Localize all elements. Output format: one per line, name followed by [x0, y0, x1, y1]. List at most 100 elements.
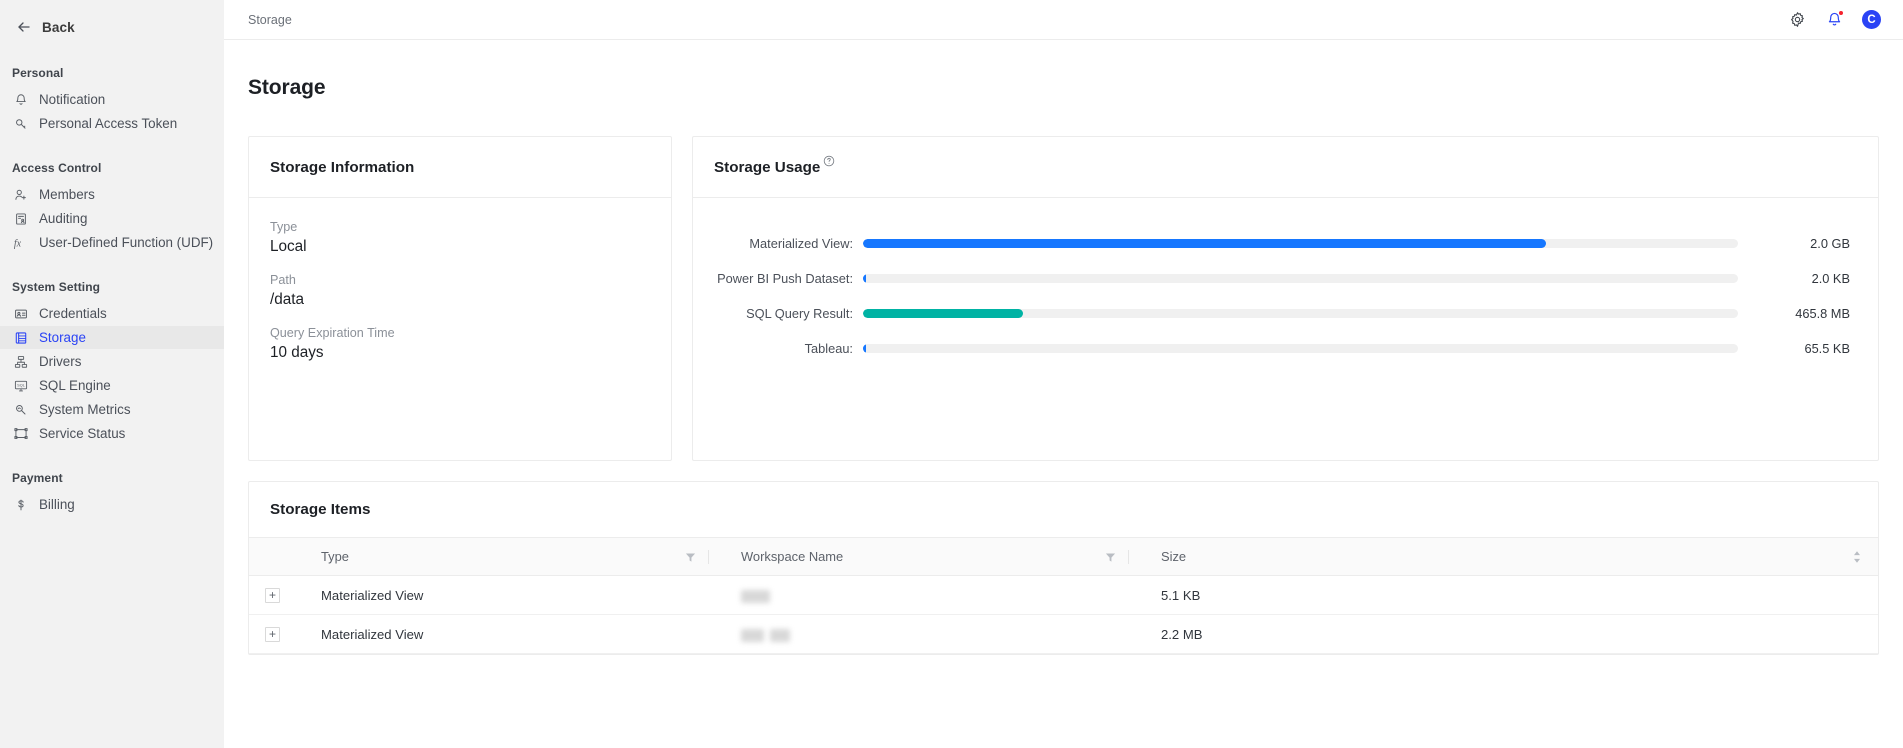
usage-bar-track: [863, 273, 1738, 283]
table-header-row: Type Workspace Name Size: [249, 537, 1878, 577]
cell-type: Materialized View: [305, 575, 725, 616]
sql-engine-icon: SQL: [13, 378, 28, 393]
sidebar-item-system-metrics[interactable]: System Metrics: [0, 398, 224, 421]
back-button[interactable]: Back: [0, 14, 224, 40]
redacted-value: [770, 628, 790, 642]
page-title: Storage: [248, 76, 326, 100]
row-expand-cell: +: [249, 575, 305, 616]
sidebar-item-service-status[interactable]: Service Status: [0, 422, 224, 445]
usage-bar-fill: [863, 343, 866, 353]
usage-bar-row: Power BI Push Dataset: 2.0 KB: [717, 267, 1850, 289]
storage-items-table: Type Workspace Name Size + Materialized …: [249, 537, 1878, 655]
dollar-icon: [13, 497, 28, 512]
cards-row: Storage Information Type Local Path /dat…: [224, 114, 1903, 462]
table-header: Type Workspace Name Size: [249, 537, 1878, 577]
card-header: Storage Information: [249, 137, 671, 199]
usage-bar-track: [863, 308, 1738, 318]
usage-bar-label: Tableau:: [804, 340, 853, 356]
sidebar-item-label: Service Status: [39, 426, 126, 441]
field-query-expiration-time: Query Expiration Time 10 days: [270, 326, 650, 362]
breadcrumb: Storage: [248, 12, 292, 27]
sidebar-item-personal-access-token[interactable]: Personal Access Token: [0, 112, 224, 135]
row-expand-cell: +: [249, 614, 305, 655]
usage-bar-row: Materialized View: 2.0 GB: [717, 232, 1850, 254]
sidebar-item-notification[interactable]: Notification: [0, 88, 224, 111]
table-row[interactable]: + Materialized View 5.1 KB: [249, 575, 1878, 616]
field-type: Type Local: [270, 220, 650, 256]
app-root: Back Personal Notification Personal Acce…: [0, 0, 1903, 748]
column-divider: [1128, 549, 1129, 564]
sidebar-item-members[interactable]: Members: [0, 183, 224, 206]
field-label: Path: [270, 273, 296, 288]
sidebar-item-label: Notification: [39, 92, 106, 107]
card-header: Storage Items: [249, 482, 1878, 537]
sidebar-item-label: Auditing: [39, 211, 88, 226]
sidebar-item-udf[interactable]: fx User-Defined Function (UDF): [0, 231, 224, 254]
usage-bar-row: SQL Query Result: 465.8 MB: [717, 302, 1850, 324]
cell-type: Materialized View: [305, 614, 725, 655]
sidebar-group-payment: Payment: [12, 471, 63, 485]
sidebar-item-label: Drivers: [39, 354, 82, 369]
usage-bar-label: Materialized View:: [749, 235, 853, 251]
sidebar-group-system-setting: System Setting: [12, 280, 101, 294]
svg-text:SQL: SQL: [17, 383, 26, 387]
column-workspace-name: Workspace Name: [725, 537, 1145, 577]
notification-badge: [1838, 10, 1844, 16]
usage-bar-value: 2.0 KB: [1811, 270, 1850, 286]
usage-bar-fill: [863, 308, 1024, 318]
question-circle-icon[interactable]: [823, 154, 835, 167]
storage-items-card: Storage Items Type Workspace Name Size +…: [248, 481, 1879, 656]
sidebar-item-label: System Metrics: [39, 402, 131, 417]
column-size: Size: [1145, 537, 1878, 577]
column-label: Size: [1161, 549, 1187, 565]
card-body: Type Local Path /data Query Expiration T…: [249, 198, 671, 386]
avatar[interactable]: C: [1862, 10, 1881, 29]
table-row[interactable]: + Materialized View 2.2 MB: [249, 614, 1878, 655]
field-value: /data: [270, 291, 305, 309]
members-icon: [13, 187, 28, 202]
field-label: Query Expiration Time: [270, 326, 395, 341]
usage-bar-fill: [863, 238, 1546, 248]
sidebar-item-auditing[interactable]: Auditing: [0, 207, 224, 230]
filter-icon[interactable]: [685, 551, 696, 562]
field-path: Path /data: [270, 273, 650, 309]
expand-row-button[interactable]: +: [265, 626, 280, 642]
sidebar-item-label: Personal Access Token: [39, 116, 178, 131]
usage-bar-label: Power BI Push Dataset:: [717, 270, 853, 286]
service-status-icon: [13, 426, 28, 441]
drivers-icon: [13, 354, 28, 369]
main-content: Storage C Storage Storage Information Ty…: [224, 0, 1903, 748]
sidebar-group-access-control: Access Control: [12, 161, 102, 175]
usage-bar-value: 2.0 GB: [1810, 235, 1850, 251]
storage-icon: [13, 330, 28, 345]
notification-bell-icon[interactable]: [1825, 10, 1844, 29]
function-icon: fx: [13, 235, 28, 250]
sidebar-item-credentials[interactable]: Credentials: [0, 302, 224, 325]
column-divider: [708, 549, 709, 564]
table-body: + Materialized View 5.1 KB + Materialize…: [249, 575, 1878, 655]
column-expand: [249, 537, 305, 577]
arrow-left-icon: [16, 19, 32, 35]
back-label: Back: [42, 19, 75, 35]
sidebar-item-drivers[interactable]: Drivers: [0, 350, 224, 373]
card-title: Storage Usage: [714, 158, 821, 176]
redacted-value: [741, 589, 770, 603]
column-label: Workspace Name: [741, 549, 844, 565]
auditing-icon: [13, 211, 28, 226]
usage-bar-value: 65.5 KB: [1804, 340, 1850, 356]
sort-icon[interactable]: [1852, 550, 1862, 564]
usage-chart: Materialized View: 2.0 GB Power BI Push …: [693, 198, 1878, 359]
filter-icon[interactable]: [1105, 551, 1116, 562]
column-label: Type: [321, 549, 349, 565]
cell-size: 2.2 MB: [1145, 614, 1878, 655]
sidebar-item-sql-engine[interactable]: SQL SQL Engine: [0, 374, 224, 397]
top-bar: Storage C: [224, 0, 1903, 40]
sidebar-item-billing[interactable]: Billing: [0, 493, 224, 516]
card-title: Storage Information: [270, 158, 415, 176]
expand-row-button[interactable]: +: [265, 587, 280, 603]
svg-text:fx: fx: [14, 238, 22, 249]
redacted-value: [741, 628, 764, 642]
card-header: Storage Usage: [693, 137, 1878, 199]
gear-icon[interactable]: [1788, 10, 1807, 29]
sidebar-item-storage[interactable]: Storage: [0, 326, 224, 349]
